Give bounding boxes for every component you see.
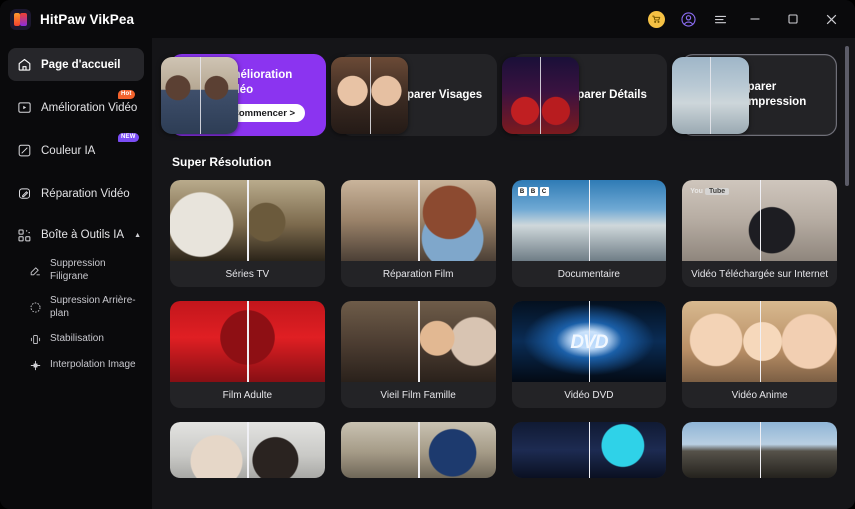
watermark-remove-icon [28,264,42,278]
tile-thumbnail [170,180,325,261]
tile-anime-video[interactable]: Vidéo Anime [682,301,837,408]
tile-dvd-video[interactable]: DVD Vidéo DVD [511,301,667,408]
stabilization-icon [28,332,42,346]
chevron-up-icon: ▲ [134,231,142,239]
account-icon[interactable] [673,4,703,34]
tile-adult-film[interactable]: Film Adulte [170,301,325,408]
app-title: HitPaw VikPea [40,11,135,27]
frame-interpolation-icon [28,358,42,372]
bbc-letter: B [528,187,538,196]
tile-thumbnail [340,301,496,382]
sidebar-item-label: Suppression Filigrane [50,258,106,282]
sidebar-item-label: Couleur IA [41,144,96,157]
video-enhance-icon [16,100,32,116]
feature-card-row: Amélioration Vidéo Commencer > Réparer V… [161,54,837,136]
tile-thumbnail [682,422,837,478]
tile-label: Film Adulte [222,389,273,401]
sidebar-item-home[interactable]: Page d'accueil [8,48,144,81]
youtube-pill: Tube [704,188,730,195]
tile-thumbnail [340,180,496,261]
youtube-logo-icon: You Tube [690,188,730,195]
tile-label: Vidéo Téléchargée sur Internet [691,268,829,280]
tile-label: Documentaire [557,268,620,280]
feature-thumbnail [671,57,749,134]
feature-thumbnail [161,57,238,134]
tile-label: Réparation Film [382,268,454,280]
sidebar-item-background-remove[interactable]: Supression Arrière-plan [8,291,144,324]
section-title: Super Résolution [172,155,272,169]
main-content: Amélioration Vidéo Commencer > Réparer V… [152,38,855,509]
sidebar-group-label: Boîte à Outils IA [41,229,125,241]
tile-thumbnail [511,422,667,478]
sidebar-item-watermark-remove[interactable]: Suppression Filigrane [8,254,144,287]
feature-card-repair-details[interactable]: Réparer Détails [501,54,667,136]
sidebar-item-label: Page d'accueil [41,58,121,71]
sidebar: Page d'accueil Amélioration Vidéo Hot Co [0,38,152,509]
tile-label: Vidéo Anime [731,389,788,401]
tile-thumbnail: DVD [511,301,667,382]
sidebar-item-video-enhance[interactable]: Amélioration Vidéo Hot [8,90,144,124]
hot-badge: Hot [118,90,135,99]
maximize-button[interactable] [775,4,811,34]
tile-documentary[interactable]: B B C Documentaire [511,180,667,287]
bbc-letter: C [539,187,549,196]
tile-thumbnail: B B C [511,180,667,261]
title-bar: HitPaw VikPea [0,0,855,38]
feature-thumbnail [331,57,409,134]
background-remove-icon [28,301,42,315]
sidebar-item-label: Réparation Vidéo [41,187,130,200]
tile-partial-street[interactable] [340,422,496,478]
titlebar-actions [641,4,849,34]
close-button[interactable] [813,4,849,34]
vertical-scrollbar[interactable] [845,46,849,509]
app-body: Page d'accueil Amélioration Vidéo Hot Co [0,38,855,509]
tile-label: Vidéo DVD [564,389,614,401]
tile-thumbnail [170,422,325,478]
tile-series-tv[interactable]: Séries TV [170,180,325,287]
hitpaw-logo-icon [10,8,31,30]
tile-old-family-film[interactable]: Vieil Film Famille [340,301,496,408]
cart-icon[interactable] [641,4,671,34]
sidebar-item-label: Amélioration Vidéo [41,101,138,114]
tile-partial-couple[interactable] [170,422,325,478]
tile-internet-video[interactable]: You Tube Vidéo Téléchargée sur Internet [682,180,837,287]
scrollbar-thumb[interactable] [845,46,849,186]
feature-card-repair-compression[interactable]: Réparer Compression [671,54,837,136]
tile-label: Séries TV [225,268,270,280]
home-icon [16,57,32,73]
sidebar-item-label: Interpolation Image [50,358,136,370]
sidebar-item-label: Supression Arrière-plan [50,295,136,319]
tile-thumbnail [170,301,325,382]
sidebar-item-ai-color[interactable]: Couleur IA NEW [8,133,144,167]
minimize-button[interactable] [737,4,773,34]
new-badge: NEW [118,133,139,142]
tile-thumbnail [682,301,837,382]
toolbox-icon [16,227,32,243]
sidebar-item-stabilization[interactable]: Stabilisation [8,328,144,350]
sidebar-item-frame-interpolation[interactable]: Interpolation Image [8,354,144,376]
tile-film-repair[interactable]: Réparation Film [340,180,496,287]
super-resolution-grid: Séries TV Réparation Film B B C Document… [170,180,837,478]
bbc-logo-icon: B B C [517,187,549,196]
tile-partial-tablet[interactable] [511,422,667,478]
ai-color-icon [16,143,32,159]
brand: HitPaw VikPea [10,8,135,30]
sidebar-item-video-repair[interactable]: Réparation Vidéo [8,177,144,210]
tile-thumbnail [340,422,496,478]
tile-label: Vieil Film Famille [380,389,456,401]
video-repair-icon [16,186,32,202]
sidebar-group-ai-toolbox[interactable]: Boîte à Outils IA ▲ [8,220,144,250]
bbc-letter: B [517,187,527,196]
youtube-prefix: You [690,188,703,195]
tile-thumbnail: You Tube [682,180,837,261]
sidebar-item-label: Stabilisation [50,332,104,344]
feature-card-repair-faces[interactable]: Réparer Visages [331,54,497,136]
tile-partial-trees[interactable] [682,422,837,478]
menu-icon[interactable] [705,4,735,34]
feature-card-video-enhance[interactable]: Amélioration Vidéo Commencer > [161,54,327,136]
feature-thumbnail [501,57,579,134]
application-window: HitPaw VikPea Page d'accueil Amélioratio… [0,0,855,509]
